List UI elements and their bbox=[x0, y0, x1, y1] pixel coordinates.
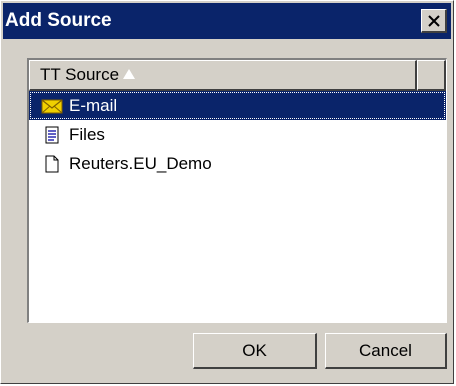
list-item-files[interactable]: Files bbox=[29, 120, 446, 149]
column-header-label: TT Source bbox=[40, 65, 120, 84]
list-header: TT Source bbox=[29, 60, 446, 91]
envelope-icon bbox=[41, 99, 63, 113]
dialog-title: Add Source bbox=[5, 10, 112, 31]
add-source-dialog: Add Source TT Source E-mail Files Reuter… bbox=[0, 0, 454, 384]
column-header-tt-source[interactable]: TT Source bbox=[29, 60, 417, 91]
source-list[interactable]: TT Source E-mail Files Reuters.EU_Demo bbox=[27, 58, 447, 323]
close-icon bbox=[427, 14, 440, 27]
column-header-filler bbox=[417, 60, 446, 91]
list-item-label: E-mail bbox=[69, 95, 118, 115]
list-item-label: Files bbox=[69, 124, 105, 144]
text-file-icon bbox=[45, 126, 59, 143]
list-item-label: Reuters.EU_Demo bbox=[69, 153, 212, 173]
title-bar[interactable]: Add Source bbox=[3, 3, 451, 39]
ok-button[interactable]: OK bbox=[193, 333, 317, 369]
list-item-reuters-eu-demo[interactable]: Reuters.EU_Demo bbox=[29, 149, 446, 178]
sort-ascending-icon bbox=[123, 69, 136, 79]
blank-file-icon bbox=[45, 155, 59, 172]
cancel-button[interactable]: Cancel bbox=[325, 333, 447, 369]
close-button[interactable] bbox=[421, 9, 447, 33]
list-item-email[interactable]: E-mail bbox=[29, 91, 446, 120]
